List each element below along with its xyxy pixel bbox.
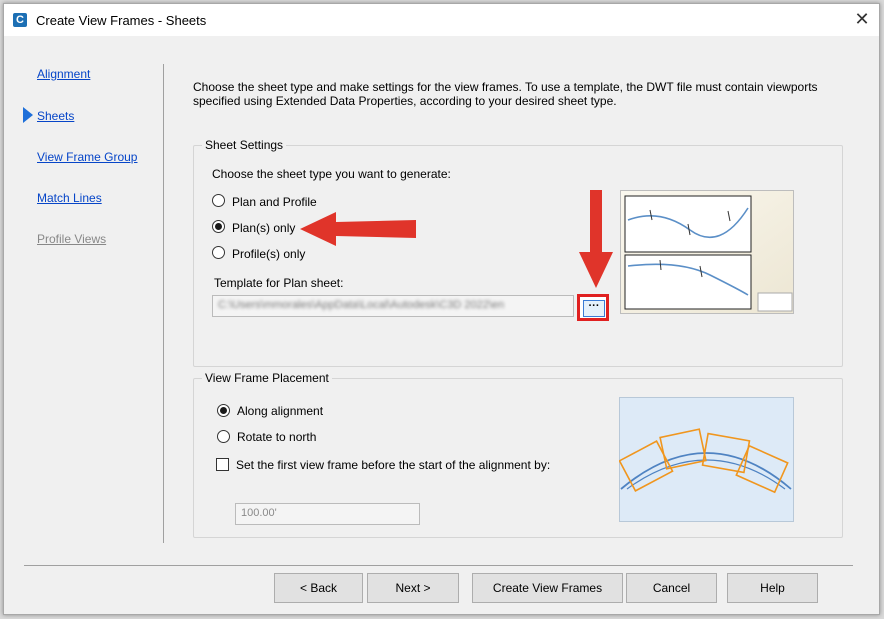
template-label: Template for Plan sheet: <box>214 276 344 290</box>
create-view-frames-button[interactable]: Create View Frames <box>472 573 623 603</box>
radio-rotate-to-north[interactable] <box>217 430 230 443</box>
annotation-arrow-down <box>579 190 613 288</box>
back-button[interactable]: < Back <box>274 573 363 603</box>
radio-plans-only[interactable] <box>212 220 225 233</box>
next-button[interactable]: Next > <box>367 573 459 603</box>
radio-label-along-alignment[interactable]: Along alignment <box>237 404 323 418</box>
radio-label-profiles-only[interactable]: Profile(s) only <box>232 247 305 261</box>
current-step-pointer-icon <box>23 107 33 123</box>
radio-label-rotate-to-north[interactable]: Rotate to north <box>237 430 316 444</box>
radio-profiles-only[interactable] <box>212 246 225 259</box>
footer-separator <box>24 565 853 566</box>
radio-along-alignment[interactable] <box>217 404 230 417</box>
first-frame-offset-checkbox[interactable] <box>216 458 229 471</box>
title-bar: C Create View Frames - Sheets ✕ <box>4 4 879 36</box>
browse-highlight-box: ··· <box>577 294 609 321</box>
sheet-preview-image <box>620 190 794 314</box>
nav-separator <box>163 64 164 543</box>
radio-label-plans-only[interactable]: Plan(s) only <box>232 221 295 235</box>
view-frame-placement-title: View Frame Placement <box>202 371 332 385</box>
nav-item-sheets[interactable]: Sheets <box>37 109 74 123</box>
civil3d-app-icon: C <box>13 13 27 27</box>
browse-button[interactable]: ··· <box>583 300 605 317</box>
nav-item-view-frame-group[interactable]: View Frame Group <box>37 150 137 164</box>
radio-label-plan-and-profile[interactable]: Plan and Profile <box>232 195 317 209</box>
window-title: Create View Frames - Sheets <box>36 13 207 28</box>
help-button[interactable]: Help <box>727 573 818 603</box>
template-path-field[interactable]: C:\Users\mmorales\AppData\Local\Autodesk… <box>212 295 574 317</box>
intro-text: Choose the sheet type and make settings … <box>193 80 818 108</box>
nav-item-alignment[interactable]: Alignment <box>37 67 90 81</box>
first-frame-offset-label[interactable]: Set the first view frame before the star… <box>236 458 550 472</box>
nav-item-match-lines[interactable]: Match Lines <box>37 191 102 205</box>
cancel-button[interactable]: Cancel <box>626 573 717 603</box>
sheet-settings-title: Sheet Settings <box>202 138 287 152</box>
close-icon[interactable]: ✕ <box>851 8 873 30</box>
annotation-arrow-left <box>300 212 416 246</box>
sheet-type-prompt: Choose the sheet type you want to genera… <box>212 167 451 181</box>
nav-item-profile-views: Profile Views <box>37 232 107 246</box>
offset-distance-field[interactable]: 100.00' <box>235 503 420 525</box>
placement-preview-image <box>619 397 794 522</box>
radio-plan-and-profile[interactable] <box>212 194 225 207</box>
template-path-value: C:\Users\mmorales\AppData\Local\Autodesk… <box>218 299 505 311</box>
